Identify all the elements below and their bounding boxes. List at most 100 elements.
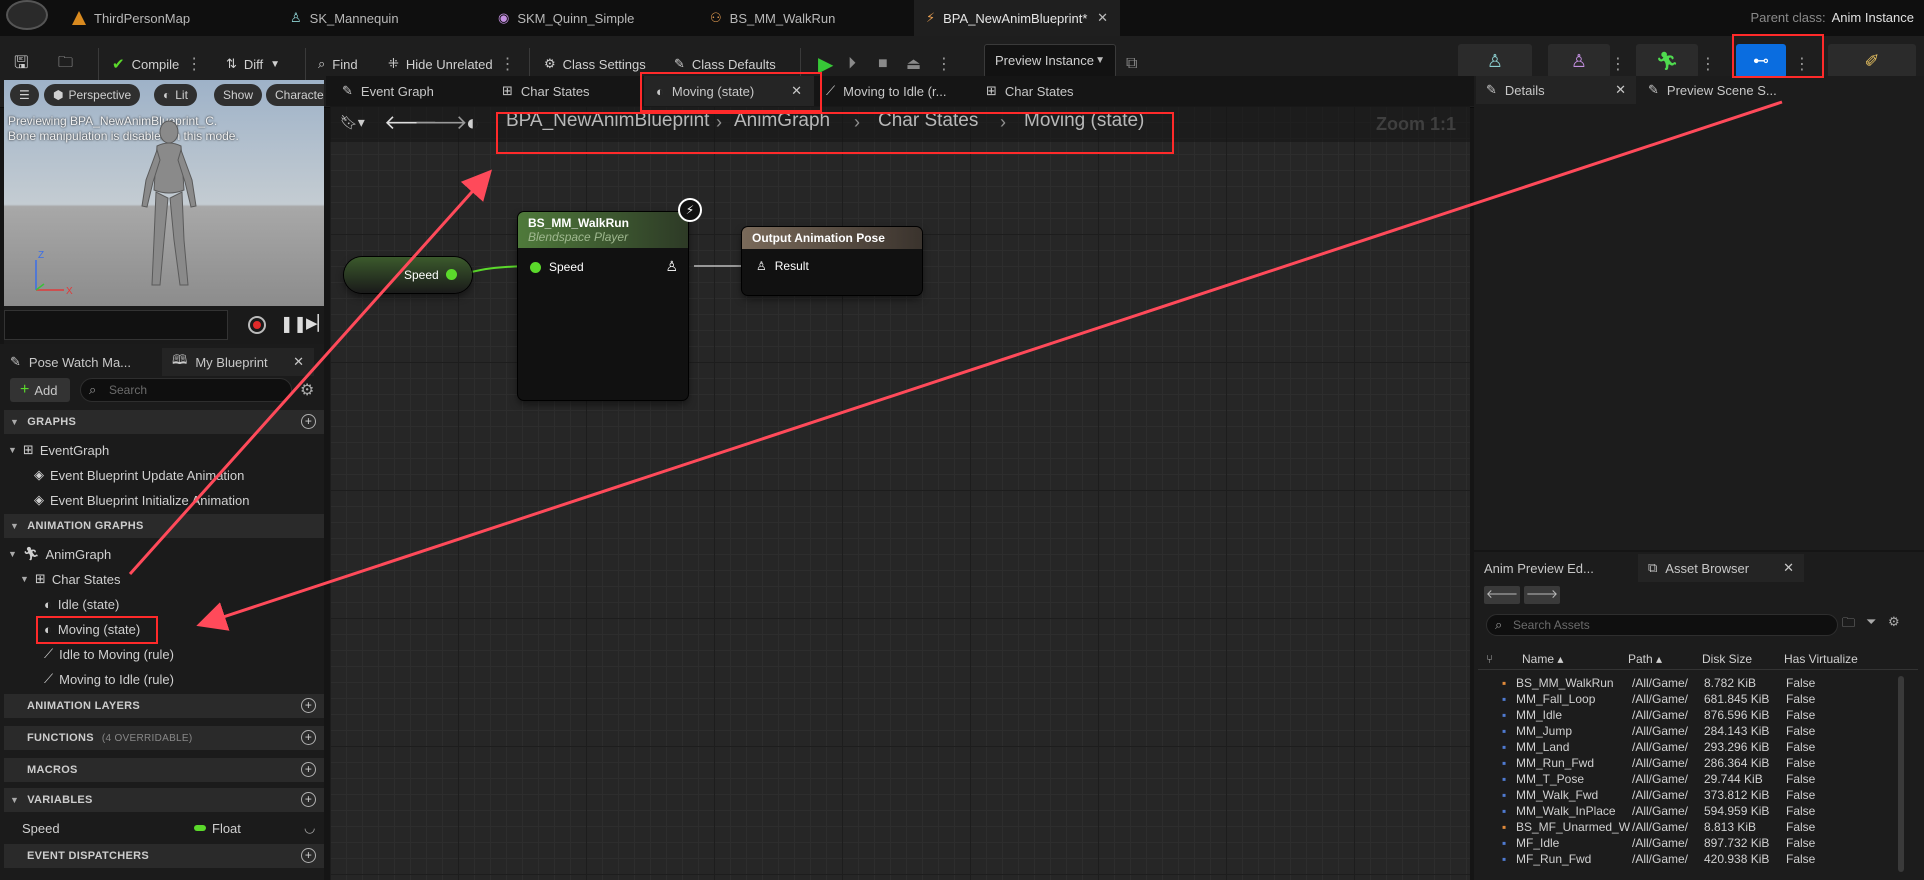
tree-animgraph[interactable]: ▼ 🏃︎ AnimGraph: [8, 544, 111, 564]
pose-input-pin-icon[interactable]: ♙: [756, 259, 767, 273]
tree-idle-state[interactable]: ◐ Idle (state): [44, 594, 119, 614]
preview-instance-dropdown[interactable]: Preview Instance ▼: [984, 44, 1116, 78]
diff-button[interactable]: ⇅ Diff ▼: [226, 48, 280, 80]
tab-pose-watch[interactable]: ✎ Pose Watch Ma...: [0, 348, 172, 376]
column-disk-size[interactable]: Disk Size: [1702, 652, 1752, 666]
asset-row[interactable]: ▪ BS_MM_WalkRun/All/Game/8.782 KiB False: [1502, 676, 1836, 692]
lit-button[interactable]: ◐ Lit: [154, 84, 197, 106]
tab-char-states[interactable]: ⊞ Char States: [490, 76, 602, 106]
show-button[interactable]: Show: [214, 84, 263, 106]
close-tab-icon[interactable]: ✕: [1097, 10, 1108, 26]
tree-char-states[interactable]: ▼ ⊞ Char States: [20, 569, 120, 589]
tab-preview-scene-settings[interactable]: ✎ Preview Scene S...: [1638, 76, 1838, 104]
step-forward-button[interactable]: ▶▏: [306, 314, 329, 332]
event-dispatchers-section-header[interactable]: EVENT DISPATCHERS +: [4, 844, 324, 868]
tab-moving-to-idle-rule[interactable]: ⟋ Moving to Idle (r...: [814, 76, 958, 106]
asset-row[interactable]: ▪ MM_Land/All/Game/293.296 KiB False: [1502, 740, 1836, 756]
variables-section-header[interactable]: ▼ VARIABLES +: [4, 788, 324, 812]
asset-row[interactable]: ▪ MM_Fall_Loop/All/Game/681.845 KiB False: [1502, 692, 1836, 708]
column-has-virtualized[interactable]: Has Virtualize: [1784, 652, 1858, 666]
pose-output-pin-icon[interactable]: ♙: [665, 258, 678, 275]
add-macro-icon[interactable]: +: [301, 762, 316, 777]
tab-thirdpersonmap[interactable]: ThirdPersonMap: [60, 0, 202, 36]
asset-row[interactable]: ▪ MM_Idle/All/Game/876.596 KiB False: [1502, 708, 1836, 724]
column-path[interactable]: Path ▴: [1628, 652, 1662, 666]
variable-speed-row[interactable]: Speed Float ◡: [22, 818, 322, 838]
asset-row[interactable]: ▪ MM_Jump/All/Game/284.143 KiB False: [1502, 724, 1836, 740]
compile-button[interactable]: ✔ Compile ⋮: [112, 48, 202, 80]
tree-event-initialize[interactable]: ◈ Event Blueprint Initialize Animation: [34, 490, 249, 510]
column-name[interactable]: Name ▴: [1522, 652, 1563, 666]
physics-mode-button[interactable]: ✐: [1828, 44, 1916, 78]
tab-bpa-newanimblueprint[interactable]: ⚡ BPA_NewAnimBlueprint* ✕: [914, 0, 1120, 36]
asset-scrollbar[interactable]: [1898, 676, 1904, 872]
close-tab-icon[interactable]: ✕: [293, 354, 304, 370]
record-button[interactable]: [248, 316, 266, 334]
add-button[interactable]: + Add: [10, 378, 70, 402]
asset-row[interactable]: ▪ MF_Idle/All/Game/897.732 KiB False: [1502, 836, 1836, 852]
blueprint-search-input[interactable]: ⌕ Search: [80, 378, 292, 402]
filter-icon[interactable]: ⏷: [1866, 614, 1876, 630]
tree-event-update[interactable]: ◈ Event Blueprint Update Animation: [34, 465, 244, 485]
tab-anim-preview-editor[interactable]: Anim Preview Ed...: [1474, 554, 1624, 582]
animation-mode-button[interactable]: 🏃︎: [1636, 44, 1698, 78]
tab-asset-browser[interactable]: ⧉ Asset Browser ✕: [1638, 554, 1804, 582]
close-tab-icon[interactable]: ✕: [1783, 560, 1794, 576]
asset-settings-gear-icon[interactable]: ⚙: [1888, 614, 1900, 630]
speed-variable-node[interactable]: Speed: [344, 257, 472, 293]
asset-row[interactable]: ▪ MM_T_Pose/All/Game/29.744 KiB False: [1502, 772, 1836, 788]
asset-row[interactable]: ▪ MM_Walk_Fwd/All/Game/373.812 KiB False: [1502, 788, 1836, 804]
functions-section-header[interactable]: FUNCTIONS (4 OVERRIDABLE) +: [4, 726, 324, 750]
perspective-button[interactable]: ⬢ Perspective: [44, 84, 141, 106]
timeline-scrubber[interactable]: [4, 310, 228, 340]
asset-row[interactable]: ▪ BS_MF_Unarmed_W/All/Game/8.813 KiB False: [1502, 820, 1836, 836]
speed-input-pin[interactable]: [530, 261, 541, 273]
tab-char-states-2[interactable]: ⊞ Char States: [974, 76, 1086, 106]
asset-back-button[interactable]: 🡐: [1484, 586, 1520, 604]
save-button[interactable]: 🖫: [14, 48, 28, 80]
character-button[interactable]: Characte: [266, 84, 324, 106]
unreal-logo[interactable]: [6, 0, 48, 30]
hide-unrelated-options-icon[interactable]: ⋮: [500, 54, 516, 74]
compile-options-icon[interactable]: ⋮: [186, 54, 202, 74]
parent-class-link[interactable]: Anim Instance: [1832, 10, 1914, 25]
browse-button[interactable]: 🗀: [58, 48, 73, 80]
graphs-section-header[interactable]: ▼ GRAPHS +: [4, 410, 324, 434]
output-animation-pose-node[interactable]: Output Animation Pose ♙ Result: [742, 227, 922, 295]
add-dispatcher-icon[interactable]: +: [301, 848, 316, 863]
tree-moving-to-idle-rule[interactable]: ⟋ Moving to Idle (rule): [44, 669, 174, 689]
pause-button[interactable]: ❚❚: [280, 314, 307, 334]
mesh-mode-button[interactable]: ♙: [1548, 44, 1610, 78]
asset-row[interactable]: ▪ MM_Run_Fwd/All/Game/286.364 KiB False: [1502, 756, 1836, 772]
folder-icon[interactable]: 🗀: [1842, 614, 1855, 636]
asset-row[interactable]: ▪ MM_Walk_InPlace/All/Game/594.959 KiB Fal…: [1502, 804, 1836, 820]
tree-idle-to-moving-rule[interactable]: ⟋ Idle to Moving (rule): [44, 644, 174, 664]
viewport-menu-button[interactable]: ☰: [10, 84, 39, 106]
speed-output-pin[interactable]: [446, 269, 457, 280]
tab-sk-mannequin[interactable]: ♙ SK_Mannequin: [278, 0, 411, 36]
animation-layers-section-header[interactable]: ANIMATION LAYERS +: [4, 694, 324, 718]
skeleton-mode-button[interactable]: ♙: [1458, 44, 1532, 78]
visibility-eye-icon[interactable]: ◡: [304, 820, 315, 836]
add-layer-icon[interactable]: +: [301, 698, 316, 713]
close-tab-icon[interactable]: ✕: [1615, 82, 1626, 98]
asset-search-input[interactable]: ⌕ Search Assets: [1486, 614, 1838, 636]
add-function-icon[interactable]: +: [301, 730, 316, 745]
graph-canvas[interactable]: 🔖︎▾ 🡐 🡒 ◐ BPA_NewAnimBlueprint › AnimGra…: [330, 106, 1470, 880]
tab-skm-quinn-simple[interactable]: ◉ SKM_Quinn_Simple: [486, 0, 646, 36]
asset-row[interactable]: ▪ MF_Run_Fwd/All/Game/420.938 KiB False: [1502, 852, 1836, 868]
asset-forward-button[interactable]: 🡒: [1524, 586, 1560, 604]
column-options-icon[interactable]: ⑂: [1486, 652, 1493, 666]
blendspace-player-node[interactable]: BS_MM_WalkRun Blendspace Player Speed ♙: [518, 212, 688, 400]
add-graph-icon[interactable]: +: [301, 414, 316, 429]
tab-event-graph[interactable]: ✎ Event Graph: [330, 76, 446, 106]
tab-my-blueprint[interactable]: 🕮 My Blueprint ✕: [162, 348, 314, 376]
tab-details[interactable]: ✎ Details ✕: [1476, 76, 1636, 104]
add-variable-icon[interactable]: +: [301, 792, 316, 807]
tree-eventgraph[interactable]: ▼ ⊞ EventGraph: [8, 440, 109, 460]
tab-bs-mm-walkrun[interactable]: ⚇ BS_MM_WalkRun: [698, 0, 847, 36]
macros-section-header[interactable]: MACROS +: [4, 758, 324, 782]
animation-graphs-section-header[interactable]: ▼ ANIMATION GRAPHS: [4, 514, 324, 538]
settings-gear-icon[interactable]: ⚙: [300, 380, 314, 400]
preview-viewport[interactable]: ☰ ⬢ Perspective ◐ Lit Show Characte Previe…: [4, 80, 324, 306]
